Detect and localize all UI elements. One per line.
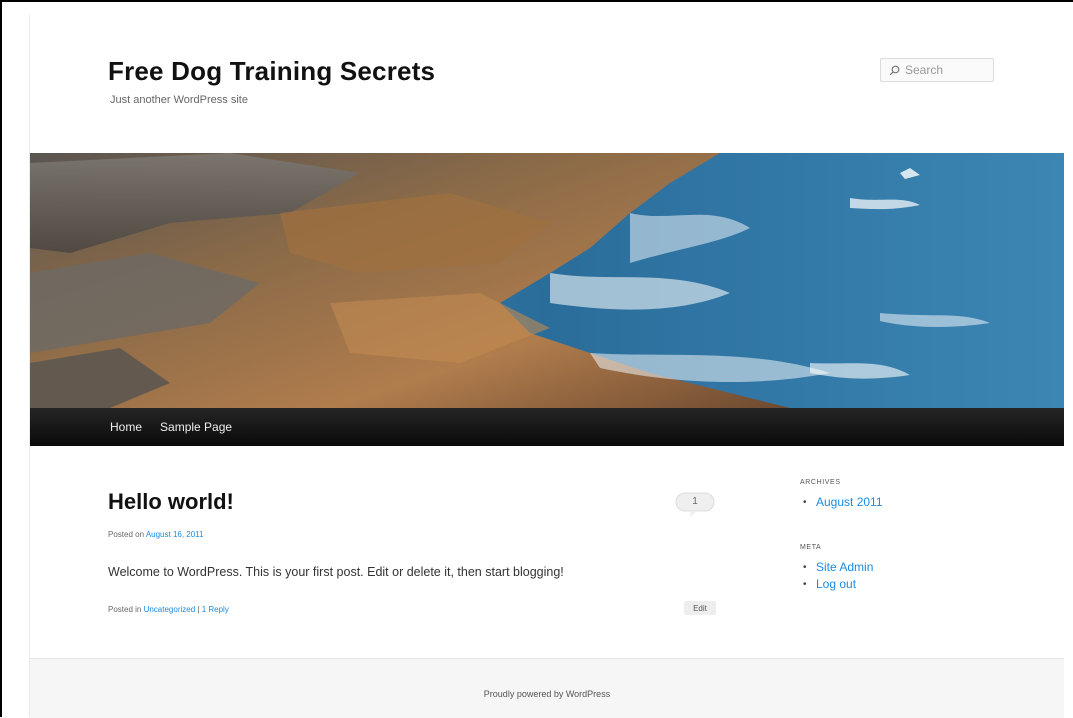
page: Free Dog Training Secrets Just another W… [29, 14, 1064, 718]
archive-item: August 2011 [800, 494, 883, 511]
comment-count: 1 [692, 496, 698, 507]
site-admin-link[interactable]: Site Admin [816, 560, 873, 574]
nav-item-sample-page[interactable]: Sample Page [160, 420, 232, 434]
meta-item: Site Admin [800, 559, 873, 576]
search-input[interactable] [905, 63, 990, 77]
search-icon [889, 65, 900, 75]
main-navigation: Home Sample Page [30, 408, 1064, 446]
reply-link[interactable]: 1 Reply [202, 605, 229, 614]
archives-widget-title: ARCHIVES [800, 479, 841, 486]
archive-link-august-2011[interactable]: August 2011 [816, 495, 883, 509]
search-box[interactable] [880, 58, 994, 82]
comment-count-link[interactable]: 1 [675, 492, 715, 518]
post-content: Welcome to WordPress. This is your first… [108, 565, 564, 579]
log-out-link[interactable]: Log out [816, 577, 856, 591]
meta-item: Log out [800, 576, 873, 593]
nav-item-home[interactable]: Home [110, 420, 142, 434]
meta-list: Site Admin Log out [800, 559, 873, 593]
category-link[interactable]: Uncategorized [144, 605, 196, 614]
posted-in-label: Posted in [108, 605, 144, 614]
meta-widget-title: META [800, 544, 822, 551]
archives-list: August 2011 [800, 494, 883, 511]
post-footer-meta: Posted in Uncategorized | 1 Reply [108, 605, 229, 614]
header-image [30, 153, 1064, 408]
post-date-link[interactable]: August 16, 2011 [146, 530, 204, 539]
edit-button[interactable]: Edit [684, 601, 716, 615]
footer-credit[interactable]: Proudly powered by WordPress [30, 689, 1064, 699]
site-footer: Proudly powered by WordPress [30, 658, 1064, 718]
site-description: Just another WordPress site [110, 94, 248, 106]
site-title[interactable]: Free Dog Training Secrets [108, 56, 435, 87]
posted-on-label: Posted on [108, 530, 146, 539]
post-title[interactable]: Hello world! [108, 489, 234, 515]
post-meta: Posted on August 16, 2011 [108, 530, 204, 539]
